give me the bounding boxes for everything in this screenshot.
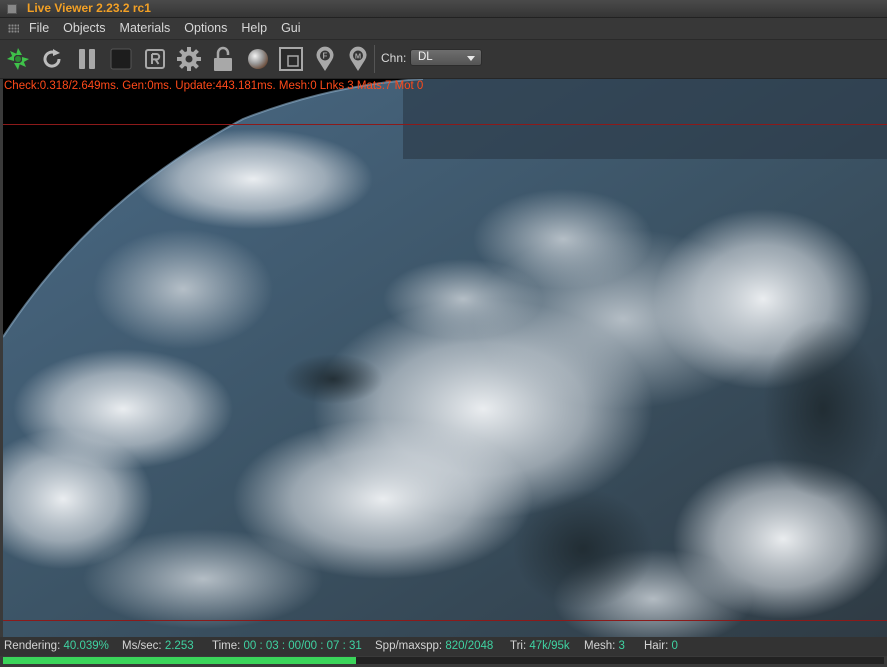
region-guide-top[interactable] xyxy=(3,124,887,125)
mesh-label: Mesh: xyxy=(584,640,616,652)
mesh-stat: Mesh: 3 xyxy=(584,640,625,652)
window-close-button[interactable] xyxy=(7,4,17,14)
menu-bar: File Objects Materials Options Help Gui xyxy=(0,18,887,40)
mesh-value: 3 xyxy=(618,640,625,652)
render-progress-fill xyxy=(3,657,356,664)
toolbar-separator xyxy=(374,45,375,73)
ms-value: 2.253 xyxy=(164,640,194,652)
status-bar: Rendering: 40.039% Ms/sec: 2.253 Time: 0… xyxy=(0,637,887,656)
spp-label: Spp/maxspp: xyxy=(375,640,443,652)
menu-gui[interactable]: Gui xyxy=(281,21,307,35)
region-select-icon[interactable] xyxy=(277,45,305,73)
channel-dropdown[interactable]: DL xyxy=(410,49,482,66)
channel-label: Chn: xyxy=(381,51,407,65)
channel-selected-value: DL xyxy=(418,51,433,63)
rendered-earth-image xyxy=(3,79,887,637)
menu-objects[interactable]: Objects xyxy=(63,21,112,35)
hair-value: 0 xyxy=(671,640,678,652)
svg-text:M: M xyxy=(355,52,361,61)
menu-grip-icon[interactable] xyxy=(8,24,19,33)
material-pin-icon[interactable]: M xyxy=(344,45,372,73)
window-title-bar[interactable]: Live Viewer 2.23.2 rc1 xyxy=(0,0,887,18)
rendering-label: Rendering: xyxy=(4,640,61,652)
spp-value: 820/2048 xyxy=(445,640,494,652)
time-label: Time: xyxy=(212,640,241,652)
rendering-stat: Rendering: 40.039% xyxy=(4,640,109,652)
render-progress-bar xyxy=(3,657,884,664)
tri-label: Tri: xyxy=(510,640,527,652)
render-viewport[interactable]: Check:0.318/2.649ms. Gen:0ms. Update:443… xyxy=(3,79,887,637)
ms-per-sec-stat: Ms/sec: 2.253 xyxy=(122,640,194,652)
tri-stat: Tri: 47k/95k xyxy=(510,640,570,652)
render-stats-overlay: Check:0.318/2.649ms. Gen:0ms. Update:443… xyxy=(4,80,424,92)
render-start-icon[interactable] xyxy=(4,45,32,73)
rendering-value: 40.039% xyxy=(63,640,109,652)
menu-materials[interactable]: Materials xyxy=(120,21,178,35)
time-value: 00 : 03 : 00/00 : 07 : 31 xyxy=(243,640,362,652)
settings-gear-icon[interactable] xyxy=(175,45,203,73)
pause-icon[interactable] xyxy=(73,45,101,73)
region-r-icon[interactable] xyxy=(141,45,169,73)
menu-file[interactable]: File xyxy=(29,21,56,35)
hair-stat: Hair: 0 xyxy=(644,640,678,652)
lock-icon[interactable] xyxy=(209,45,237,73)
chevron-down-icon xyxy=(467,56,475,61)
window-title: Live Viewer 2.23.2 rc1 xyxy=(27,1,151,15)
time-stat: Time: 00 : 03 : 00/00 : 07 : 31 xyxy=(212,640,362,652)
stop-icon[interactable] xyxy=(107,45,135,73)
focus-pin-icon[interactable]: F xyxy=(311,45,339,73)
tri-value: 47k/95k xyxy=(529,640,570,652)
region-guide-bottom[interactable] xyxy=(3,620,887,621)
menu-help[interactable]: Help xyxy=(241,21,274,35)
svg-text:F: F xyxy=(323,52,328,61)
toolbar: F M Chn: DL xyxy=(0,40,887,79)
material-sphere-icon[interactable] xyxy=(244,45,272,73)
ms-label: Ms/sec: xyxy=(122,640,162,652)
spp-stat: Spp/maxspp: 820/2048 xyxy=(375,640,493,652)
restart-icon[interactable] xyxy=(38,45,66,73)
menu-options[interactable]: Options xyxy=(184,21,234,35)
hair-label: Hair: xyxy=(644,640,669,652)
